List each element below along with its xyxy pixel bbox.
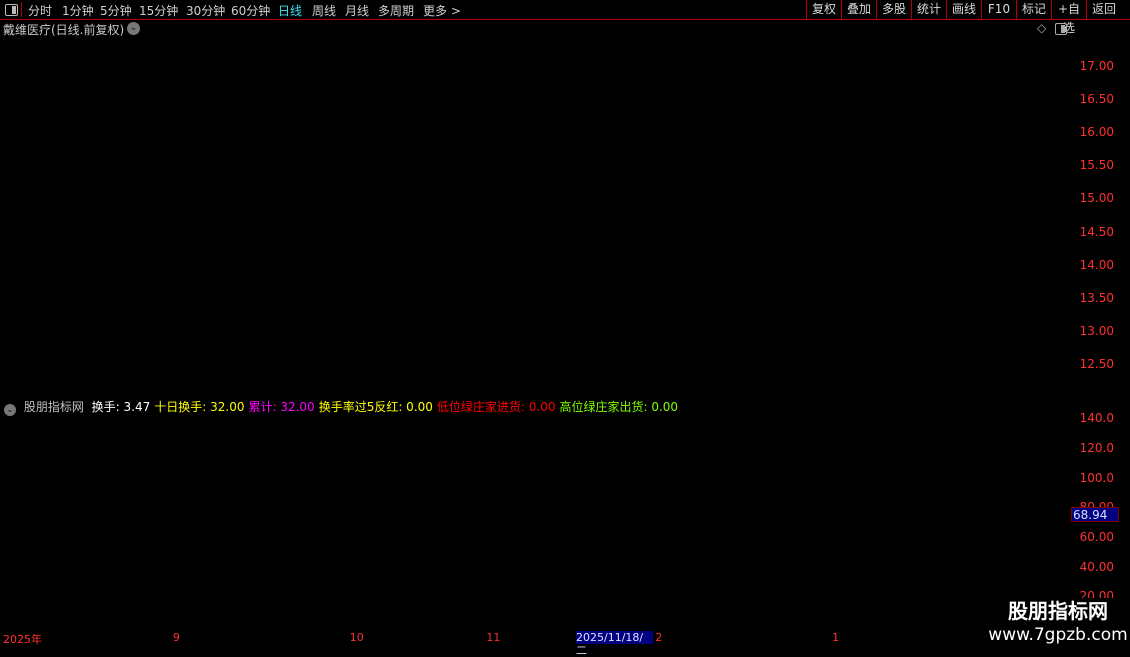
date-label: 2 [655,631,663,644]
price-tick-label: 13.50 [1079,290,1114,305]
watermark-url: www.7gpzb.com [988,625,1128,645]
watermark-name: 股朋指标网 [1008,599,1108,623]
date-label: 10 [349,631,364,644]
cursor-date-label: 2025/11/18/二 [576,631,653,657]
date-label: 9 [172,631,180,644]
price-tick-label: 15.50 [1079,158,1114,173]
legend-item: 高位绿庄家出货: 0.00 [559,400,679,414]
current-value-label: 68.94 [1071,507,1119,522]
price-tick-label: 16.00 [1079,125,1114,140]
indicator-tick-label: 60.00 [1079,529,1114,544]
legend-item: 低位绿庄家进货: 0.00 [436,400,556,414]
kline-chart[interactable] [0,0,1130,650]
date-label: 1 [832,631,840,644]
price-tick-label: 14.00 [1079,257,1114,272]
indicator-tick-label: 40.00 [1079,559,1114,574]
indicator-name: 股朋指标网 [23,400,84,414]
price-tick-label: 13.00 [1079,323,1114,338]
indicator-legend: ⌄ 股朋指标网 换手: 3.47 十日换手: 32.00 累计: 32.00 换手率过… [4,398,682,416]
date-label: 2025年 [3,633,42,646]
indicator-tick-label: 120.0 [1079,440,1114,455]
chevron-down-icon[interactable]: ⌄ [4,404,16,416]
legend-item: 换手: 3.47 [91,400,151,414]
indicator-tick-label: 100.0 [1079,470,1114,485]
watermark: 股朋指标网 www.7gpzb.com [986,598,1130,650]
price-tick-label: 14.50 [1079,224,1114,239]
price-tick-label: 17.00 [1079,59,1114,73]
legend-item: 累计: 32.00 [248,400,315,414]
legend-item: 十日换手: 32.00 [154,400,245,414]
legend-item: 换手率过5反红: 0.00 [318,400,433,414]
indicator-tick-label: 140.0 [1079,411,1114,426]
price-tick-label: 12.50 [1079,356,1114,371]
date-label: 11 [486,631,501,644]
price-tick-label: 16.50 [1079,92,1114,107]
price-tick-label: 15.00 [1079,191,1114,206]
